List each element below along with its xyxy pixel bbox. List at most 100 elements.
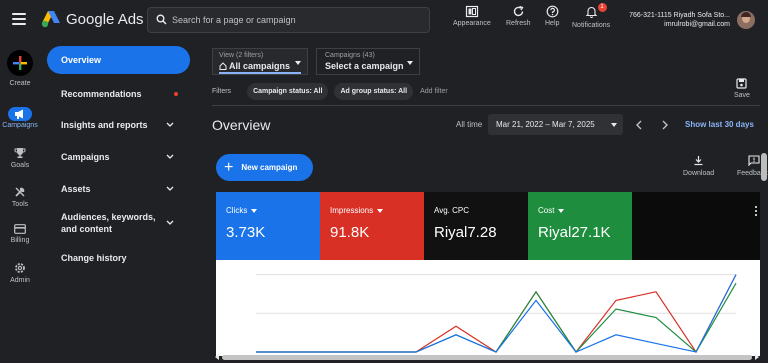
megaphone-icon [15, 109, 23, 119]
scroll-left-arrow-icon[interactable] [214, 353, 220, 361]
tools-icon [15, 187, 25, 197]
credit-card-icon [14, 224, 26, 234]
appearance-button[interactable]: Appearance [453, 5, 491, 27]
save-label: Save [734, 92, 750, 99]
save-button[interactable]: Save [734, 78, 750, 99]
new-campaign-label: New campaign [241, 163, 298, 172]
nav-item-assets[interactable]: Assets [47, 173, 190, 205]
rail-admin-label: Admin [10, 277, 30, 284]
divider [212, 105, 760, 106]
trophy-icon [14, 148, 26, 158]
new-campaign-button[interactable]: + New campaign [216, 154, 313, 181]
page-title: Overview [212, 117, 271, 133]
nav-item-change-history[interactable]: Change history [47, 242, 190, 274]
rail-billing-label: Billing [10, 237, 30, 244]
rail-item-goals[interactable]: Goals [0, 147, 40, 169]
chevron-down-icon [166, 220, 174, 226]
nav-recommendations-label: Recommendations [61, 88, 142, 99]
refresh-icon [513, 5, 524, 17]
dropdown-arrow-icon [295, 61, 301, 65]
notifications-button[interactable]: 1 Notifications [572, 3, 610, 29]
top-bar: Google Ads Search for a page or campaign… [0, 0, 768, 40]
rail-create-label: Create [9, 80, 31, 87]
account-email: imrulrobi@gmail.com [664, 21, 730, 28]
scorecard-impressions[interactable]: Impressions 91.8K [320, 192, 424, 260]
scorecard-impressions-label: Impressions [330, 206, 374, 215]
series-line-cost [256, 282, 737, 353]
scorecard-avg-cpc-label: Avg. CPC [434, 206, 469, 215]
refresh-button[interactable]: Refresh [506, 5, 531, 27]
side-navigation: Overview Recommendations Insights and re… [47, 46, 190, 274]
nav-campaigns-label: Campaigns [61, 151, 110, 162]
view-selector-value: All campaigns [219, 61, 301, 71]
line-chart [256, 274, 737, 354]
save-icon [736, 78, 748, 89]
dropdown-arrow-icon [611, 123, 617, 127]
scorecard-cost-value: Riyal27.1K [538, 224, 611, 241]
more-options-icon[interactable] [755, 206, 758, 218]
rail-tools-label: Tools [11, 201, 29, 208]
avatar[interactable] [737, 11, 755, 29]
alert-dot [174, 91, 178, 96]
nav-change-history-label: Change history [61, 253, 127, 264]
add-filter-link[interactable]: Add filter [420, 88, 448, 95]
chevron-left-icon[interactable] [635, 120, 643, 130]
create-button[interactable] [7, 50, 33, 76]
help-button[interactable]: Help [545, 5, 559, 27]
nav-item-audiences[interactable]: Audiences, keywords, and content [47, 204, 190, 242]
rail-item-campaigns[interactable]: Campaigns [0, 109, 40, 129]
horizontal-scrollbar[interactable] [214, 353, 760, 361]
download-button[interactable]: Download [683, 155, 714, 177]
all-time-label: All time [456, 120, 483, 129]
nav-assets-label: Assets [61, 183, 91, 194]
rail-item-billing[interactable]: Billing [0, 224, 40, 244]
campaign-selector[interactable]: Campaigns (43) Select a campaign [316, 48, 420, 75]
nav-insights-label: Insights and reports [61, 120, 148, 131]
scorecard-clicks-value: 3.73K [226, 224, 266, 241]
nav-item-insights[interactable]: Insights and reports [47, 110, 190, 142]
show-last-30-days-link[interactable]: Show last 30 days [685, 120, 754, 129]
scorecard-avg-cpc[interactable]: Avg. CPC Riyal7.28 [424, 192, 528, 260]
scrollbar-thumb[interactable] [222, 355, 752, 360]
scorecard-empty[interactable] [632, 192, 760, 260]
date-range-picker[interactable]: Mar 21, 2022 – Mar 7, 2025 [488, 114, 623, 135]
search-icon [156, 14, 167, 25]
search-box[interactable]: Search for a page or campaign [147, 7, 430, 33]
dropdown-arrow-icon [251, 208, 258, 213]
nav-item-recommendations[interactable]: Recommendations [47, 78, 190, 110]
rail-item-tools[interactable]: Tools [0, 186, 40, 208]
nav-overview-label: Overview [61, 55, 102, 65]
scorecard-avg-cpc-value: Riyal7.28 [434, 224, 497, 241]
appearance-label: Appearance [453, 20, 491, 27]
appearance-icon [465, 5, 478, 18]
gear-icon [15, 263, 25, 273]
ad-group-status-chip[interactable]: Ad group status: All [334, 82, 414, 100]
help-icon [546, 5, 559, 18]
scorecard-clicks[interactable]: Clicks 3.73K [216, 192, 320, 260]
chevron-right-icon[interactable] [661, 120, 669, 130]
vertical-scrollbar[interactable] [761, 153, 767, 181]
account-info[interactable]: 766-321-1115 Riyadh Sofa Sto... imrulrob… [624, 11, 730, 29]
refresh-label: Refresh [506, 20, 531, 27]
scorecard-impressions-value: 91.8K [330, 224, 370, 241]
scorecard-cost[interactable]: Cost Riyal27.1K [528, 192, 632, 260]
main-content: View (2 filters) All campaigns Campaigns… [200, 40, 768, 363]
nav-item-overview[interactable]: Overview [47, 46, 190, 74]
nav-item-campaigns[interactable]: Campaigns [47, 141, 190, 173]
google-ads-logo [41, 11, 60, 28]
date-range-text: Mar 21, 2022 – Mar 7, 2025 [496, 120, 595, 129]
notification-badge: 1 [597, 3, 607, 12]
rail-goals-label: Goals [10, 162, 30, 169]
help-label: Help [545, 20, 560, 27]
rail-item-admin[interactable]: Admin [0, 262, 40, 284]
dropdown-arrow-icon [407, 61, 413, 65]
campaign-selector-label: Campaigns (43) [325, 52, 375, 59]
scroll-right-arrow-icon[interactable] [754, 353, 760, 361]
view-selector[interactable]: View (2 filters) All campaigns [212, 48, 308, 75]
scorecards: Clicks 3.73K Impressions 91.8K Avg. CPC … [216, 192, 760, 260]
chevron-down-icon [166, 186, 174, 191]
campaign-status-chip[interactable]: Campaign status: All [247, 82, 329, 100]
view-selector-label: View (2 filters) [219, 52, 264, 59]
filter-bar: Filters Campaign status: All Ad group st… [212, 82, 448, 100]
menu-icon[interactable] [12, 13, 26, 25]
